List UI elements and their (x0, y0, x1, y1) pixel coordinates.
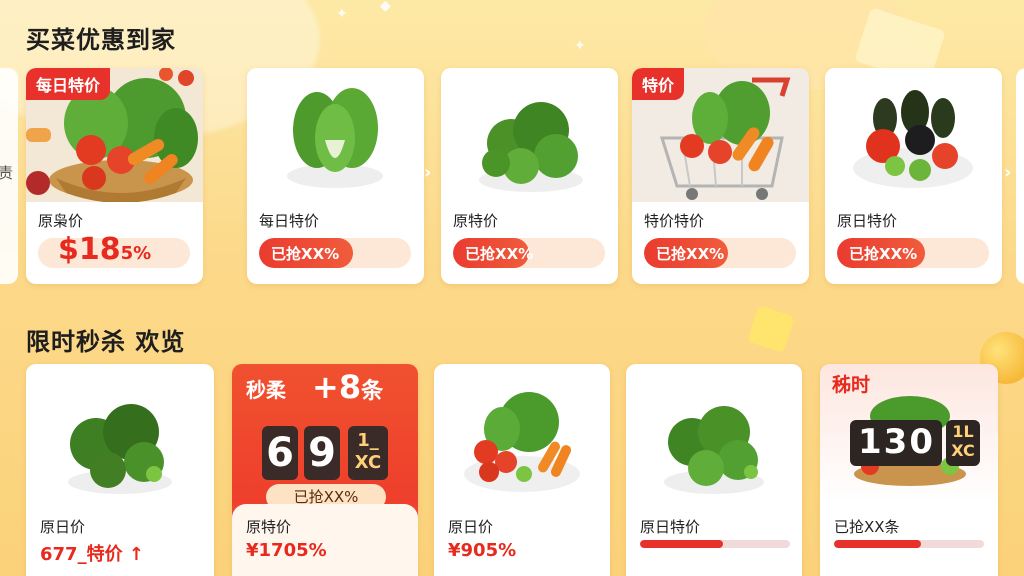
product-label: 特价特价 (644, 212, 705, 230)
price-suffix: 5% (120, 243, 152, 264)
decorative-cube (747, 305, 795, 353)
product-label: 原特价 (246, 518, 292, 536)
chevron-right-icon[interactable]: › (1004, 162, 1011, 183)
sparkle-icon: ◆ (380, 0, 391, 14)
product-card[interactable]: 原特价 已抢XX% (441, 68, 618, 284)
countdown-digit: 130 (858, 422, 935, 462)
countdown-unit: 1_ XC (348, 426, 388, 480)
sold-progress-text: 已抢XX% (271, 245, 340, 263)
sold-progress-text: 已抢XX% (849, 245, 918, 263)
countdown-unit-top: 1L (952, 422, 974, 441)
partial-card-left[interactable]: 责 (0, 68, 18, 284)
product-label: 原日特价 (837, 212, 898, 230)
timer-label: 秭时 (832, 374, 871, 396)
product-label: 原日特价 (640, 518, 701, 536)
spinach-image (441, 68, 618, 202)
sold-progress-text: 已抢XX% (465, 245, 534, 263)
countdown-digits: 130 (850, 420, 942, 466)
sold-progress-fill (640, 540, 723, 548)
flash-count-number: +8 (312, 368, 362, 406)
countdown-unit-top: 1_ (357, 430, 379, 451)
bok-choy-image (247, 68, 424, 202)
chevron-right-icon[interactable]: › (424, 162, 431, 183)
product-card[interactable]: 原日特价 已抢XX% (825, 68, 1002, 284)
sparkle-icon: ✦ (574, 38, 586, 54)
section-title-flash-sale: 限时秒杀 欢览 (26, 328, 186, 356)
countdown-digit: 6 (262, 426, 298, 480)
product-label: 每日特价 (259, 212, 320, 230)
product-label: 原特价 (453, 212, 499, 230)
flash-product-card[interactable]: 原日特价 (626, 364, 802, 576)
vegetable-plate-image (464, 392, 580, 492)
kale-image (68, 404, 172, 494)
sparkle-icon: ✦ (336, 6, 348, 22)
sold-progress: 已抢XX% (837, 238, 989, 268)
flash-product-card[interactable]: 原日价 677_特价 ↑ (26, 364, 214, 576)
product-card[interactable]: 每日特价 已抢XX% (247, 68, 424, 284)
sold-progress-text: 已抢XX% (656, 245, 725, 263)
sold-progress-bar (640, 540, 790, 548)
badge-daily-special: 每日特价 (26, 68, 111, 100)
flash-card-footer: 原特价 ¥1705% (232, 504, 418, 576)
sold-progress-bar (834, 540, 984, 548)
flash-sale-countdown-card[interactable]: 秒柔 +8条 6 9 1_ XC 已抢XX% 原特价 ¥1705% (232, 364, 418, 576)
product-price: $185% (58, 232, 151, 267)
product-price: ¥1705% (246, 540, 327, 561)
partial-card-right[interactable] (1016, 68, 1024, 284)
flash-sale-label: 秒柔 (246, 378, 286, 402)
sold-progress: 已抢XX% (453, 238, 605, 268)
mixed-vegetables-plate-image (825, 68, 1002, 202)
product-card[interactable]: 特价 特价特价 已抢XX% (632, 68, 809, 284)
product-label: 已抢XX条 (834, 518, 900, 536)
countdown-digit: 9 (304, 426, 340, 480)
flash-count-suffix: 条 (361, 379, 384, 404)
sold-progress-fill (834, 540, 921, 548)
product-label: 原日价 (40, 518, 86, 536)
section-title-deals: 买菜优惠到家 (26, 26, 176, 54)
product-card[interactable]: 每日特价 原枭价 $185% (26, 68, 203, 284)
flash-product-card[interactable]: 原日价 ¥905% (434, 364, 610, 576)
sold-progress: 已抢XX% (259, 238, 411, 268)
countdown-unit-bottom: XC (354, 452, 382, 473)
sold-progress: 已抢XX% (644, 238, 796, 268)
product-price: ¥905% (448, 540, 517, 561)
countdown-unit-bottom: XC (951, 441, 975, 460)
flash-sale-count: +8条 (312, 368, 383, 406)
product-label: 原枭价 (38, 212, 84, 230)
flash-countdown-card[interactable]: 秭时 130 1L XC 已抢XX条 (820, 364, 998, 576)
price-main: $18 (58, 232, 121, 267)
countdown-unit: 1L XC (946, 420, 980, 466)
deals-carousel: 每日特价 原枭价 $185% 每日特价 已抢XX% 原特价 已抢XX% 特价 特… (26, 68, 1011, 284)
product-price: 677_特价 ↑ (40, 544, 144, 565)
product-label: 原日价 (448, 518, 494, 536)
partial-card-label: 责 (0, 164, 14, 182)
flash-sale-list: 原日价 677_特价 ↑ 秒柔 +8条 6 9 1_ XC 已抢XX% 原特价 … (26, 364, 1006, 576)
badge-special: 特价 (632, 68, 685, 100)
spinach-image (664, 406, 764, 494)
